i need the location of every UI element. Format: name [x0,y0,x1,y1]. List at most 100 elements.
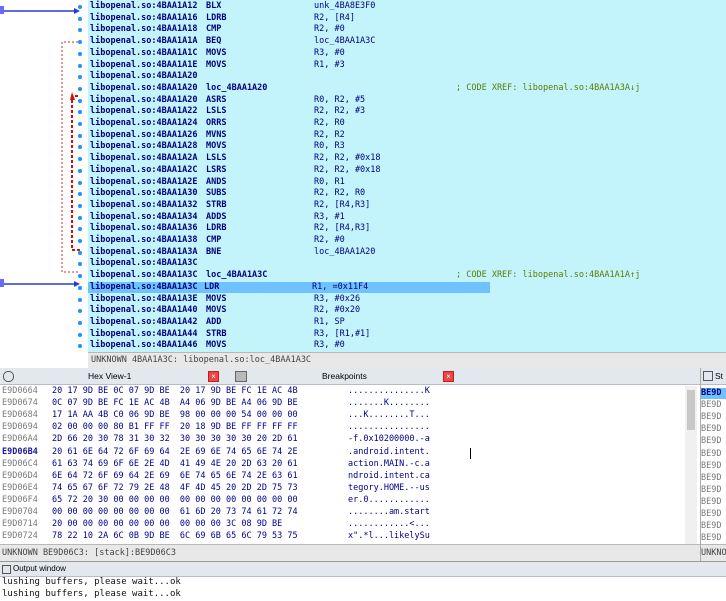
hex-address: E9D06D4 [2,470,38,481]
disasm-line[interactable]: libopenal.so:4BAA1A3C LDR R1, =0x11F4 [88,281,490,293]
hex-ascii: ................ [348,422,430,433]
hex-bytes: 20 61 6E 64 72 6F 69 64 2E 69 6E 74 65 6… [52,446,298,457]
stack-row[interactable]: BE9D [701,388,726,400]
disasm-line[interactable]: libopenal.so:4BAA1A18 CMP R2, #0 [90,24,345,35]
disasm-line[interactable]: libopenal.so:4BAA1A46 MOVS R3, #0 [90,340,345,351]
disasm-line[interactable]: libopenal.so:4BAA1A3C loc_4BAA1A3C ; CODE … [90,270,640,281]
disassembly-view[interactable]: libopenal.so:4BAA1A12 BLX unk_4BA8E3F0 libo… [0,0,726,368]
breakpoint-dot-icon[interactable] [78,215,82,220]
breakpoint-dot-icon[interactable] [78,250,82,255]
stack-view-pane[interactable]: St BE9D BE9D BE9D BE9D BE9D BE9D BE9D BE9D BE9D B… [700,368,726,561]
breakpoint-dot-icon[interactable] [78,86,82,91]
breakpoint-dot-icon[interactable] [78,5,82,9]
disasm-mnemonic: MVNS [206,129,227,140]
hex-bytes: 17 1A AA 4B C0 06 9D BE 98 00 00 00 54 0… [52,410,298,421]
disasm-line[interactable]: libopenal.so:4BAA1A36 LDRB R2, [R4,R3] [90,223,370,234]
disasm-line[interactable]: libopenal.so:4BAA1A3A BNE loc_4BAA1A20 [90,247,375,258]
breakpoint-dot-icon[interactable] [78,133,82,138]
hex-address: E9D0694 [2,422,38,433]
disasm-operands: R0, R2, #5 [314,94,366,105]
breakpoint-dot-icon[interactable] [78,98,82,103]
hex-address: E9D06F4 [2,494,38,505]
disasm-line[interactable]: libopenal.so:4BAA1A32 STRB R2, [R4,R3] [90,200,370,211]
disasm-operands: R3, #0 [314,340,345,351]
disasm-line[interactable]: libopenal.so:4BAA1A40 MOVS R2, #0x20 [90,305,360,316]
disasm-line[interactable]: libopenal.so:4BAA1A28 MOVS R0, R3 [90,141,345,152]
hex-scroll-thumb[interactable] [687,390,695,430]
close-icon[interactable]: × [443,371,454,382]
disasm-line[interactable]: libopenal.so:4BAA1A26 MVNS R2, R2 [90,130,345,141]
disasm-line[interactable]: libopenal.so:4BAA1A42 ADD R1, SP [90,317,345,328]
hex-address: E9D0724 [2,531,38,542]
disasm-line[interactable]: libopenal.so:4BAA1A20 ASRS R0, R2, #5 [90,95,365,106]
output-window-titlebar[interactable]: Output window [0,562,726,577]
stack-row[interactable]: BE9D [701,521,726,532]
disasm-line[interactable]: libopenal.so:4BAA1A2E ANDS R0, R1 [90,177,345,188]
breakpoint-dot-icon[interactable] [78,168,82,173]
breakpoint-dot-icon[interactable] [78,63,82,68]
hex-status-bar: UNKNOWN BE9D06C3: [stack]:BE9D06C3 [0,544,702,561]
output-line: lushing buffers, please wait...ok [2,577,181,587]
stack-row[interactable]: BE9D [701,509,726,520]
hex-bytes: 74 65 67 6F 72 79 2E 48 4F 4D 45 20 2D 2… [52,482,298,493]
disasm-line[interactable]: libopenal.so:4BAA1A1A BEQ loc_4BAA1A3C [90,36,375,47]
disasm-address: libopenal.so:4BAA1A22 [90,106,198,117]
disasm-line[interactable]: libopenal.so:4BAA1A1C MOVS R3, #0 [90,47,345,59]
disasm-line[interactable]: libopenal.so:4BAA1A38 CMP R2, #0 [90,235,345,246]
disasm-line[interactable]: libopenal.so:4BAA1A12 BLX unk_4BA8E3F0 [90,1,375,12]
hex-ascii: .android.intent. [348,446,430,457]
disasm-line[interactable]: libopenal.so:4BAA1A44 STRB R3, [R1,#1] [90,329,370,340]
stack-row[interactable]: BE9D [701,424,726,435]
breakpoints-tab[interactable]: Breakpoints × [230,368,462,385]
breakpoint-dot-icon[interactable] [78,51,82,56]
disasm-mnemonic: MOVS [206,305,227,316]
disasm-line[interactable]: libopenal.so:4BAA1A34 ADDS R3, #1 [90,212,345,223]
stack-row[interactable]: BE9D [701,436,726,447]
stack-row[interactable]: BE9D [701,449,726,460]
stack-row[interactable]: BE9D [701,461,726,472]
disasm-line[interactable]: libopenal.so:4BAA1A2C LSRS R2, R2, #0x18 [90,165,381,176]
breakpoint-dot-icon[interactable] [78,332,82,337]
stack-row[interactable]: BE9D [701,473,726,484]
breakpoint-dot-icon[interactable] [78,297,82,302]
breakpoint-dot-icon[interactable] [78,16,82,21]
disasm-mnemonic: MOVS [206,59,227,70]
hex-rows[interactable]: E9D0664 20 17 9D BE 0C 07 9D BE 20 17 9D … [0,386,690,544]
hex-address: E9D0674 [2,398,38,409]
hex-view-pane[interactable]: Hex View-1 × Breakpoints × E9D0664 20 17 … [0,368,702,561]
stack-row[interactable]: BE9D [701,533,726,544]
stack-view-tab[interactable]: St [701,368,726,385]
disasm-line[interactable]: libopenal.so:4BAA1A2A LSLS R2, R2, #0x18 [90,153,381,164]
breakpoint-dot-icon[interactable] [78,122,82,126]
breakpoint-dot-icon[interactable] [78,203,82,208]
disasm-address: libopenal.so:4BAA1A24 [90,118,198,128]
disasm-line[interactable]: libopenal.so:4BAA1A3E MOVS R3, #0x26 [90,294,360,305]
hex-view-tab[interactable]: Hex View-1 × [0,368,230,385]
disasm-mnemonic: LSRS [206,164,227,175]
stack-row[interactable]: BE9D [701,497,726,508]
stack-row[interactable]: BE9D [701,485,726,496]
disasm-mnemonic: STRB [206,328,227,339]
disasm-line[interactable]: libopenal.so:4BAA1A20 [90,71,197,82]
stack-row[interactable]: BE9D [701,412,726,423]
disasm-line[interactable]: libopenal.so:4BAA1A30 SUBS R2, R2, R0 [90,188,365,199]
breakpoint-dot-icon[interactable] [78,239,82,243]
disasm-operands: loc_4BAA1A3C [314,36,376,47]
disasm-line[interactable]: libopenal.so:4BAA1A22 LSLS R2, R2, #3 [90,106,365,117]
output-window[interactable]: Output window lushing buffers, please wa… [0,561,726,601]
close-icon[interactable]: × [208,371,219,382]
disasm-line[interactable]: libopenal.so:4BAA1A3C [90,258,197,269]
hex-address: E9D06C4 [2,458,38,469]
disasm-line[interactable]: libopenal.so:4BAA1A1E MOVS R1, #3 [90,60,345,71]
stack-row[interactable]: BE9D [701,400,726,411]
breakpoint-dot-icon[interactable] [78,285,82,290]
disasm-line[interactable]: libopenal.so:4BAA1A24 ORRS R2, R0 [90,118,345,129]
disasm-address: libopenal.so:4BAA1A1C [90,47,198,58]
disasm-xref-comment: ; CODE XREF: libopenal.so:4BAA1A1A↑j [456,270,641,281]
disasm-line[interactable]: libopenal.so:4BAA1A20 loc_4BAA1A20 ; CODE … [90,83,640,94]
hex-scrollbar[interactable] [685,386,697,544]
disasm-line[interactable]: libopenal.so:4BAA1A16 LDRB R2, [R4] [90,13,355,24]
breakpoint-dot-icon[interactable] [78,320,82,325]
breakpoint-dot-icon[interactable] [78,180,82,185]
hex-address: E9D0704 [2,507,38,517]
